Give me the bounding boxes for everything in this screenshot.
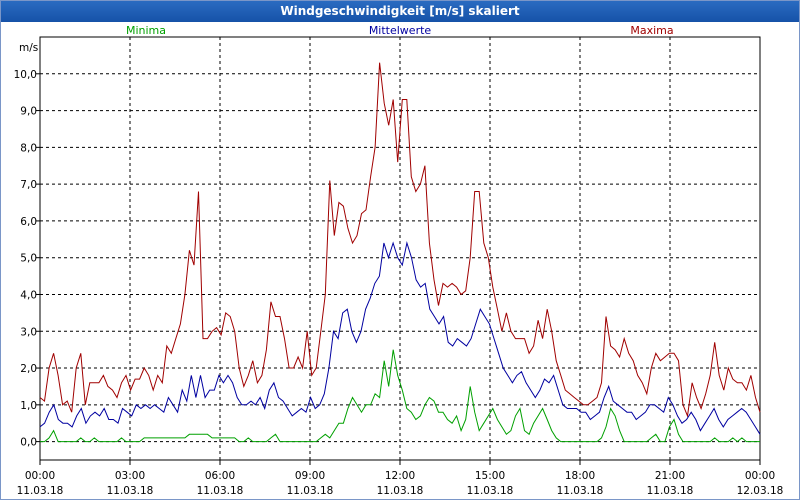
x-tick-time: 21:00 bbox=[655, 470, 685, 482]
y-tick-label: 5,0 bbox=[20, 253, 37, 265]
x-tick-time: 18:00 bbox=[565, 470, 595, 482]
x-tick-date: 11.03.18 bbox=[557, 485, 604, 497]
x-tick-time: 00:00 bbox=[25, 470, 55, 482]
y-axis: m/s 0,0 1,0 2,0 3,0 4,0 5,0 6,0 7,0 8,0 9,0 10,0 bbox=[14, 42, 40, 449]
legend-minima: Minima bbox=[126, 24, 166, 37]
x-tick-date: 11.03.18 bbox=[647, 485, 694, 497]
x-tick-date: 11.03.18 bbox=[107, 485, 154, 497]
x-tick-time: 09:00 bbox=[295, 470, 325, 482]
x-tick-time: 06:00 bbox=[205, 470, 235, 482]
x-tick-date: 11.03.18 bbox=[467, 485, 514, 497]
x-tick-time: 03:00 bbox=[115, 470, 145, 482]
x-tick-date: 11.03.18 bbox=[197, 485, 244, 497]
y-tick-label: 3,0 bbox=[20, 326, 37, 338]
y-tick-label: 8,0 bbox=[20, 142, 37, 154]
x-tick-time: 12:00 bbox=[385, 470, 415, 482]
x-tick-date: 11.03.18 bbox=[377, 485, 424, 497]
legend-maxima: Maxima bbox=[630, 24, 673, 37]
y-tick-label: 9,0 bbox=[20, 106, 37, 118]
y-axis-unit: m/s bbox=[19, 42, 38, 54]
legend: Maxima Mittelwerte Minima bbox=[126, 24, 674, 37]
wind-speed-chart: m/s 0,0 1,0 2,0 3,0 4,0 5,0 6,0 7,0 8,0 9,0 10,0 00… bbox=[14, 24, 784, 497]
x-tick-time: 00:00 bbox=[745, 470, 775, 482]
legend-mittelwerte: Mittelwerte bbox=[369, 24, 432, 37]
x-tick-date: 11.03.18 bbox=[287, 485, 334, 497]
x-axis: 00:00 11.03.18 03:00 11.03.18 06:00 11.03.18 0… bbox=[17, 460, 784, 497]
y-tick-label: 2,0 bbox=[20, 363, 37, 375]
y-tick-label: 4,0 bbox=[20, 289, 37, 301]
y-tick-label: 6,0 bbox=[20, 216, 37, 228]
y-tick-label: 1,0 bbox=[20, 400, 37, 412]
x-tick-date: 12.03.18 bbox=[737, 485, 784, 497]
x-tick-time: 15:00 bbox=[475, 470, 505, 482]
y-tick-label: 0,0 bbox=[20, 437, 37, 449]
y-tick-label: 7,0 bbox=[20, 179, 37, 191]
y-tick-label: 10,0 bbox=[14, 69, 37, 81]
x-tick-date: 11.03.18 bbox=[17, 485, 64, 497]
